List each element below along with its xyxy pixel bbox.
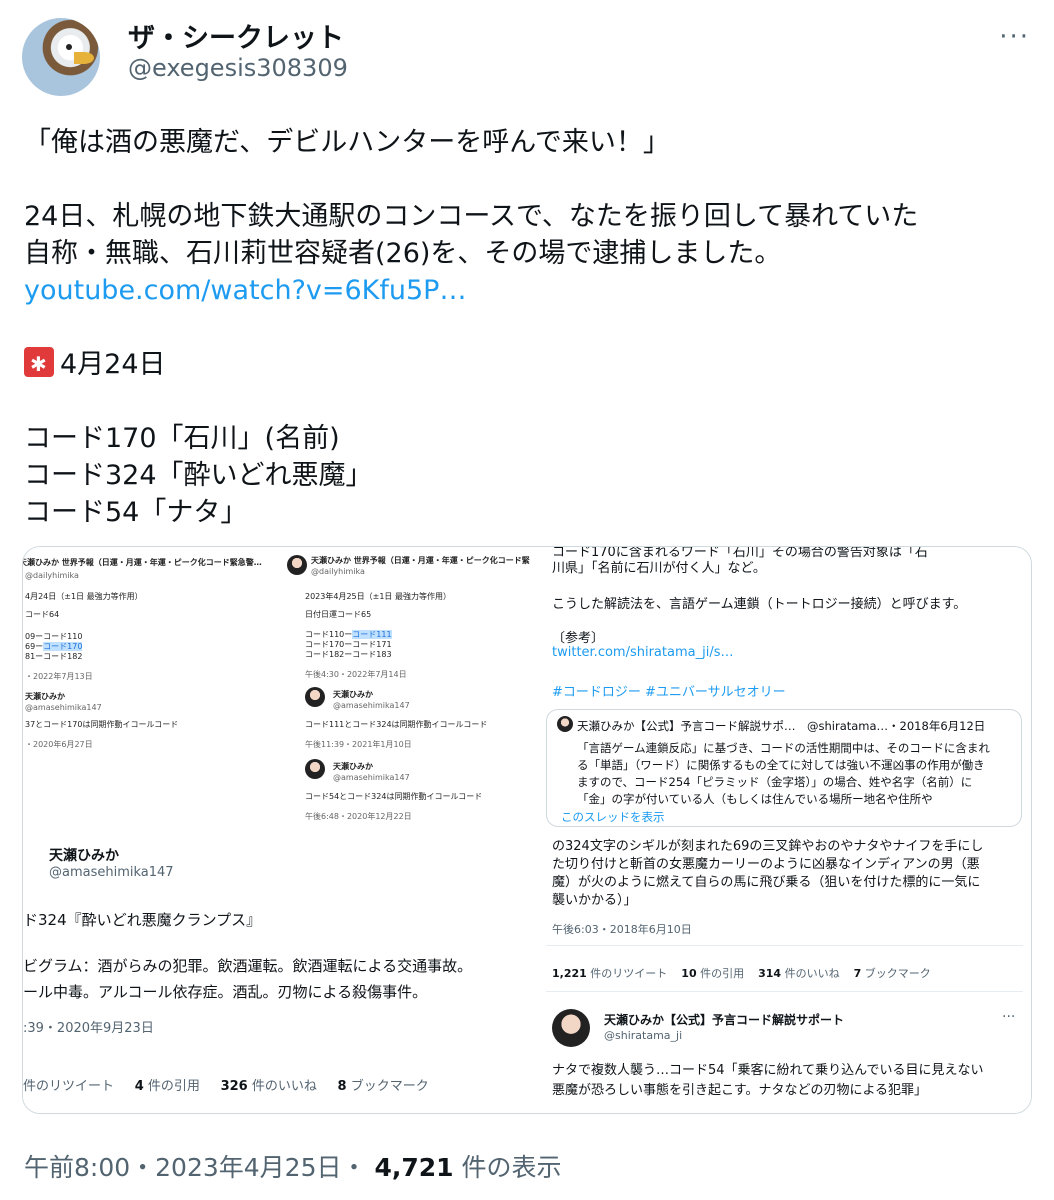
tweet-meta: 午前8:00・2023年4月25日・ 4,721 件の表示 [24,1148,561,1184]
panel-text: 悪魔が恐ろしい事態を引き起こす。ナタなどの刃物による犯罪」 [552,1083,928,1098]
quote-header: 天瀬ひみか【公式】予言コード解説サポ… @shiratama…・2018年6月1… [577,719,986,733]
mini-handle: @amasehimika147 [333,701,410,710]
mini-handle: @dailyhimika [311,567,365,576]
mini-title: 天瀬ひみか 世界予報（日運・月運・年運・ピーク化コード緊急警… [23,558,262,567]
author-display-name[interactable]: ザ・シークレット [128,16,344,55]
mini-name: 天瀬ひみか [333,690,373,699]
author-avatar[interactable] [22,18,100,96]
panel-time: :39・2020年9月23日 [23,1021,154,1036]
view-label: 件の表示 [461,1153,562,1182]
mini-handle: @dailyhimika [25,571,79,580]
panel-text: ール中毒。アルコール依存症。酒乱。刃物による殺傷事件。 [23,983,428,1001]
mini-time: 午後11:39・2021年1月10日 [305,740,412,749]
view-count: 4,721 [374,1153,454,1182]
panel-stats: 件のリツイート 4 件の引用 326 件のいいね 8 ブックマーク [23,1079,429,1094]
mini-handle: @amasehimika147 [25,703,102,712]
mini-time: ・2022年7月13日 [25,672,93,681]
tweet-link[interactable]: youtube.com/watch?v=6Kfu5P… [24,272,1034,309]
avatar-eye [66,44,72,50]
panel-time: 午後6:03・2018年6月10日 [552,923,692,936]
mini-text: コード54とコード324は同期作動イコールコード [305,792,483,801]
panel-text: こうした解読法を、言語ゲーム連鎖（トートロジー接続）と呼びます。 [552,597,967,612]
panel-text: 〔参考〕 [552,631,605,646]
mini-time: ・2020年6月27日 [25,740,93,749]
tweet-date-line: 4月24日 [60,349,166,380]
panel-text: 川県」「名前に石川が付く人」など。 [552,561,766,576]
panel-hashtags: #コードロジー #ユニバーサルセオリー [552,685,786,700]
mini-text: コード111とコード324は同期作動イコールコード [305,720,488,729]
reply-avatar [552,1009,590,1047]
panel-stats: 1,221 件のリツイート 10 件の引用 314 件のいいね 7 ブックマーク [552,967,931,980]
mini-text: コード110ー [305,630,353,639]
reply-name: 天瀬ひみか【公式】予言コード解説サポート [604,1013,845,1027]
tweet-line: 24日、札幌の地下鉄大通駅のコンコースで、なたを振り回して暴れていた [24,201,919,232]
panel-text: ド324『酔いどれ悪魔クランプス』 [23,911,262,929]
mini-avatar [557,716,573,732]
panel-text: ビグラム：酒がらみの犯罪。飲酒運転。飲酒運転による交通事故。 [23,957,473,975]
panel-text: た切り付けと斬首の女悪魔カーリーのように凶暴なインディアンの男（悪 [552,857,980,872]
panel-text: の324文字のシギルが刻まれた69の三叉鉾やおのやナタやナイフを手にし [552,839,984,854]
mini-avatar [305,759,325,779]
mini-highlight: コード170 [43,642,83,651]
reply-handle: @shiratama_ji [604,1029,683,1042]
mini-text: 4月24日（±1日 最強力等作用） [25,592,143,601]
tweet-line: コード170「石川」(名前) [24,423,340,454]
mini-time: 午後6:48・2020年12月22日 [305,812,412,821]
screenshot-panel-d: コード170に含まれるワード「石川」その場合の警告対象は「石 川県」「名前に石川… [532,547,1031,1113]
tweet-line: 「俺は酒の悪魔だ、デビルハンターを呼んで来い！」 [24,127,670,158]
mini-text: コード182ーコード183 [305,650,392,659]
siren-icon [24,346,54,383]
avatar-beak [74,52,94,64]
quote-thread-link: このスレッドを表示 [561,810,665,824]
quote-text: 「金」の字が付いている人（もしくは住んでいる場所ー地名や住所や [577,792,933,806]
quote-text: 「言語ゲーム連鎖反応」に基づき、コードの活性期間中は、そのコードに含まれ [577,741,990,755]
mini-handle: @amasehimika147 [333,773,410,782]
mini-highlight: コード111 [352,630,392,639]
reply-more-icon: ··· [1002,1009,1016,1025]
mini-text: コード64 [25,610,60,619]
mini-time: 午後4:30・2022年7月14日 [305,670,407,679]
panel-text: 魔）が火のように燃えて自らの馬に飛び乗る（狙いを付けた標的に一気に [552,875,981,890]
panel-author-handle: @amasehimika147 [49,865,174,880]
screenshot-panel-a: 天瀬ひみか 世界予報（日運・月運・年運・ピーク化コード緊急警… @dailyhi… [23,547,286,831]
tweet-text: 「俺は酒の悪魔だ、デビルハンターを呼んで来い！」 24日、札幌の地下鉄大通駅のコ… [24,124,1034,531]
mini-avatar [287,555,307,575]
panel-text: ナタで複数人襲う…コード54「乗客に紛れて乗り込んでいる目に見えない [552,1063,984,1078]
mini-text: 81ーコード182 [25,652,83,661]
author-handle[interactable]: @exegesis308309 [128,54,348,82]
tweet-line: 自称・無職、石川莉世容疑者(26)を、その場で逮捕しました。 [24,238,782,269]
quoted-tweet: 天瀬ひみか【公式】予言コード解説サポ… @shiratama…・2018年6月1… [546,709,1022,827]
tweet-line: コード54「ナタ」 [24,497,248,528]
mini-text: 2023年4月25日（±1日 最強力等作用） [305,592,451,601]
screenshot-panel-c: 天瀬ひみか @amasehimika147 ド324『酔いどれ悪魔クランプス』 … [23,831,530,1113]
quote-text: る「単語」（ワード）に関係するもの全てに対しては強い不運凶事の作用が働き [577,758,985,772]
tweet-line: コード324「酔いどれ悪魔」 [24,460,373,491]
panel-link: twitter.com/shiratama_ji/s… [552,645,734,660]
screenshot-panel-b: 天瀬ひみか 世界予報（日運・月運・年運・ピーク化コード緊急警… @dailyhi… [285,547,530,831]
mini-name: 天瀬ひみか [25,692,65,701]
panel-author-name: 天瀬ひみか [49,848,119,864]
mini-title: 天瀬ひみか 世界予報（日運・月運・年運・ピーク化コード緊急警… [311,556,530,565]
tweet-timestamp[interactable]: 午前8:00・2023年4月25日・ [24,1153,366,1182]
attached-image[interactable]: 天瀬ひみか 世界予報（日運・月運・年運・ピーク化コード緊急警… @dailyhi… [22,546,1032,1114]
mini-text: 37とコード170は同期作動イコールコード [25,720,179,729]
mini-text: 69ー [25,642,44,651]
mini-avatar [305,687,325,707]
mini-text: 日付日運コード65 [305,610,372,619]
mini-name: 天瀬ひみか [333,762,373,771]
panel-text: 襲いかかる）」 [552,893,637,908]
more-options-icon[interactable]: ··· [999,22,1030,52]
quote-text: ますので、コード254「ピラミッド（金字塔）」の場合、姓や名字（名前）に [577,775,973,789]
